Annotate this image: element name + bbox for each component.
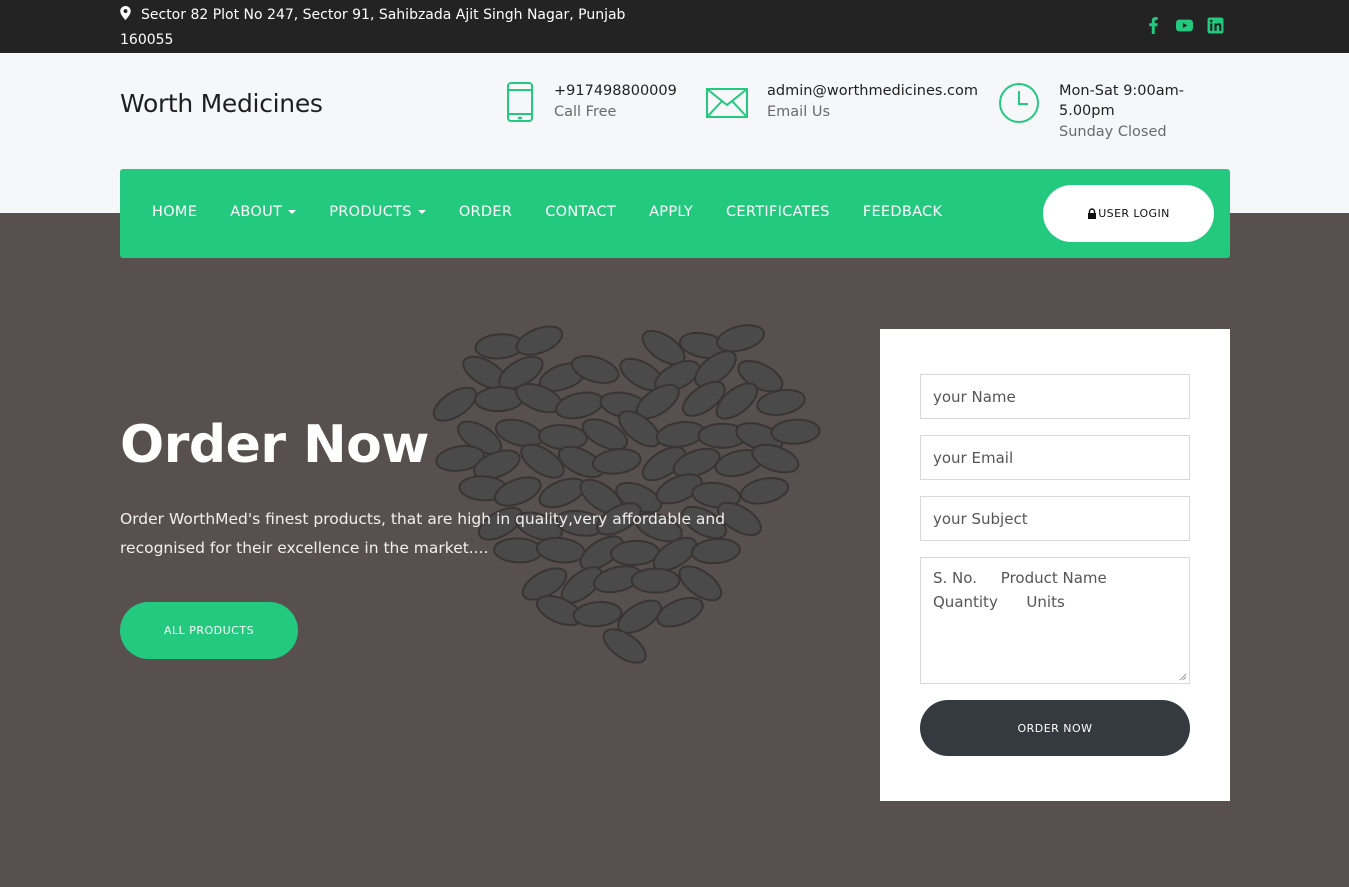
pill-shape bbox=[432, 386, 478, 422]
pill-shape bbox=[630, 567, 681, 594]
hours-contact: Mon-Sat 9:00am-5.00pm Sunday Closed bbox=[997, 81, 1199, 143]
mobile-phone-icon bbox=[507, 82, 533, 122]
main-nav: HOME ABOUT PRODUCTS ORDER CONTACT APPLY … bbox=[120, 169, 1230, 258]
order-now-button[interactable]: ORDER NOW bbox=[920, 700, 1190, 756]
linkedin-icon[interactable] bbox=[1207, 17, 1224, 34]
nav-item-certificates[interactable]: CERTIFICATES bbox=[726, 204, 830, 220]
youtube-icon[interactable] bbox=[1176, 17, 1193, 34]
envelope-icon bbox=[706, 88, 748, 118]
pill-shape bbox=[739, 477, 790, 505]
nav-menu: HOME ABOUT PRODUCTS ORDER CONTACT APPLY … bbox=[152, 204, 975, 220]
address-text: Sector 82 Plot No 247, Sector 91, Sahibz… bbox=[120, 7, 626, 48]
lock-icon bbox=[1088, 208, 1097, 219]
pill-shape bbox=[515, 325, 564, 356]
email-address[interactable]: admin@worthmedicines.com bbox=[767, 81, 978, 101]
name-input[interactable]: your Name bbox=[920, 374, 1190, 419]
brand-logo[interactable]: Worth Medicines bbox=[120, 89, 323, 118]
email-label: Email Us bbox=[767, 104, 831, 120]
phone-number[interactable]: +917498800009 bbox=[554, 81, 677, 101]
user-login-label: USER LOGIN bbox=[1098, 207, 1170, 220]
facebook-icon[interactable] bbox=[1145, 17, 1162, 34]
chevron-down-icon bbox=[417, 210, 426, 214]
pill-shape bbox=[770, 418, 821, 445]
email-input[interactable]: your Email bbox=[920, 435, 1190, 480]
hero-title: Order Now bbox=[120, 415, 429, 475]
pill-shape bbox=[656, 596, 704, 628]
nav-item-home[interactable]: HOME bbox=[152, 204, 197, 220]
nav-item-about[interactable]: ABOUT bbox=[230, 204, 297, 220]
map-pin-icon bbox=[120, 6, 131, 20]
pill-shape bbox=[572, 601, 623, 628]
message-placeholder: S. No. Product Name Quantity Units bbox=[933, 569, 1107, 611]
all-products-button[interactable]: ALL PRODUCTS bbox=[120, 602, 298, 659]
hero-description: Order WorthMed's finest products, that a… bbox=[120, 510, 726, 557]
nav-item-contact[interactable]: CONTACT bbox=[545, 204, 616, 220]
address: Sector 82 Plot No 247, Sector 91, Sahibz… bbox=[120, 3, 650, 53]
nav-item-order[interactable]: ORDER bbox=[459, 204, 512, 220]
nav-item-products[interactable]: PRODUCTS bbox=[329, 204, 426, 220]
social-links bbox=[1145, 17, 1224, 34]
top-bar: Sector 82 Plot No 247, Sector 91, Sahibz… bbox=[0, 0, 1349, 53]
opening-hours: Mon-Sat 9:00am-5.00pm bbox=[1059, 83, 1184, 119]
message-textarea[interactable]: S. No. Product Name Quantity Units bbox=[920, 557, 1190, 684]
pill-shape bbox=[537, 424, 588, 451]
order-form: your Name your Email your Subject S. No.… bbox=[880, 329, 1230, 801]
nav-item-apply[interactable]: APPLY bbox=[649, 204, 693, 220]
clock-icon bbox=[999, 83, 1039, 123]
chevron-down-icon bbox=[288, 210, 297, 214]
closed-note: Sunday Closed bbox=[1059, 124, 1167, 140]
subject-input[interactable]: your Subject bbox=[920, 496, 1190, 541]
user-login-button[interactable]: USER LOGIN bbox=[1043, 185, 1214, 242]
phone-label: Call Free bbox=[554, 104, 617, 120]
email-contact: admin@worthmedicines.com Email Us bbox=[706, 81, 978, 125]
phone-contact: +917498800009 Call Free bbox=[500, 81, 677, 125]
pill-shape bbox=[554, 391, 605, 420]
resize-grip-icon[interactable] bbox=[1179, 673, 1187, 681]
pills-heart-image bbox=[432, 324, 821, 664]
pill-shape bbox=[591, 448, 642, 475]
nav-item-feedback[interactable]: FEEDBACK bbox=[863, 204, 942, 220]
